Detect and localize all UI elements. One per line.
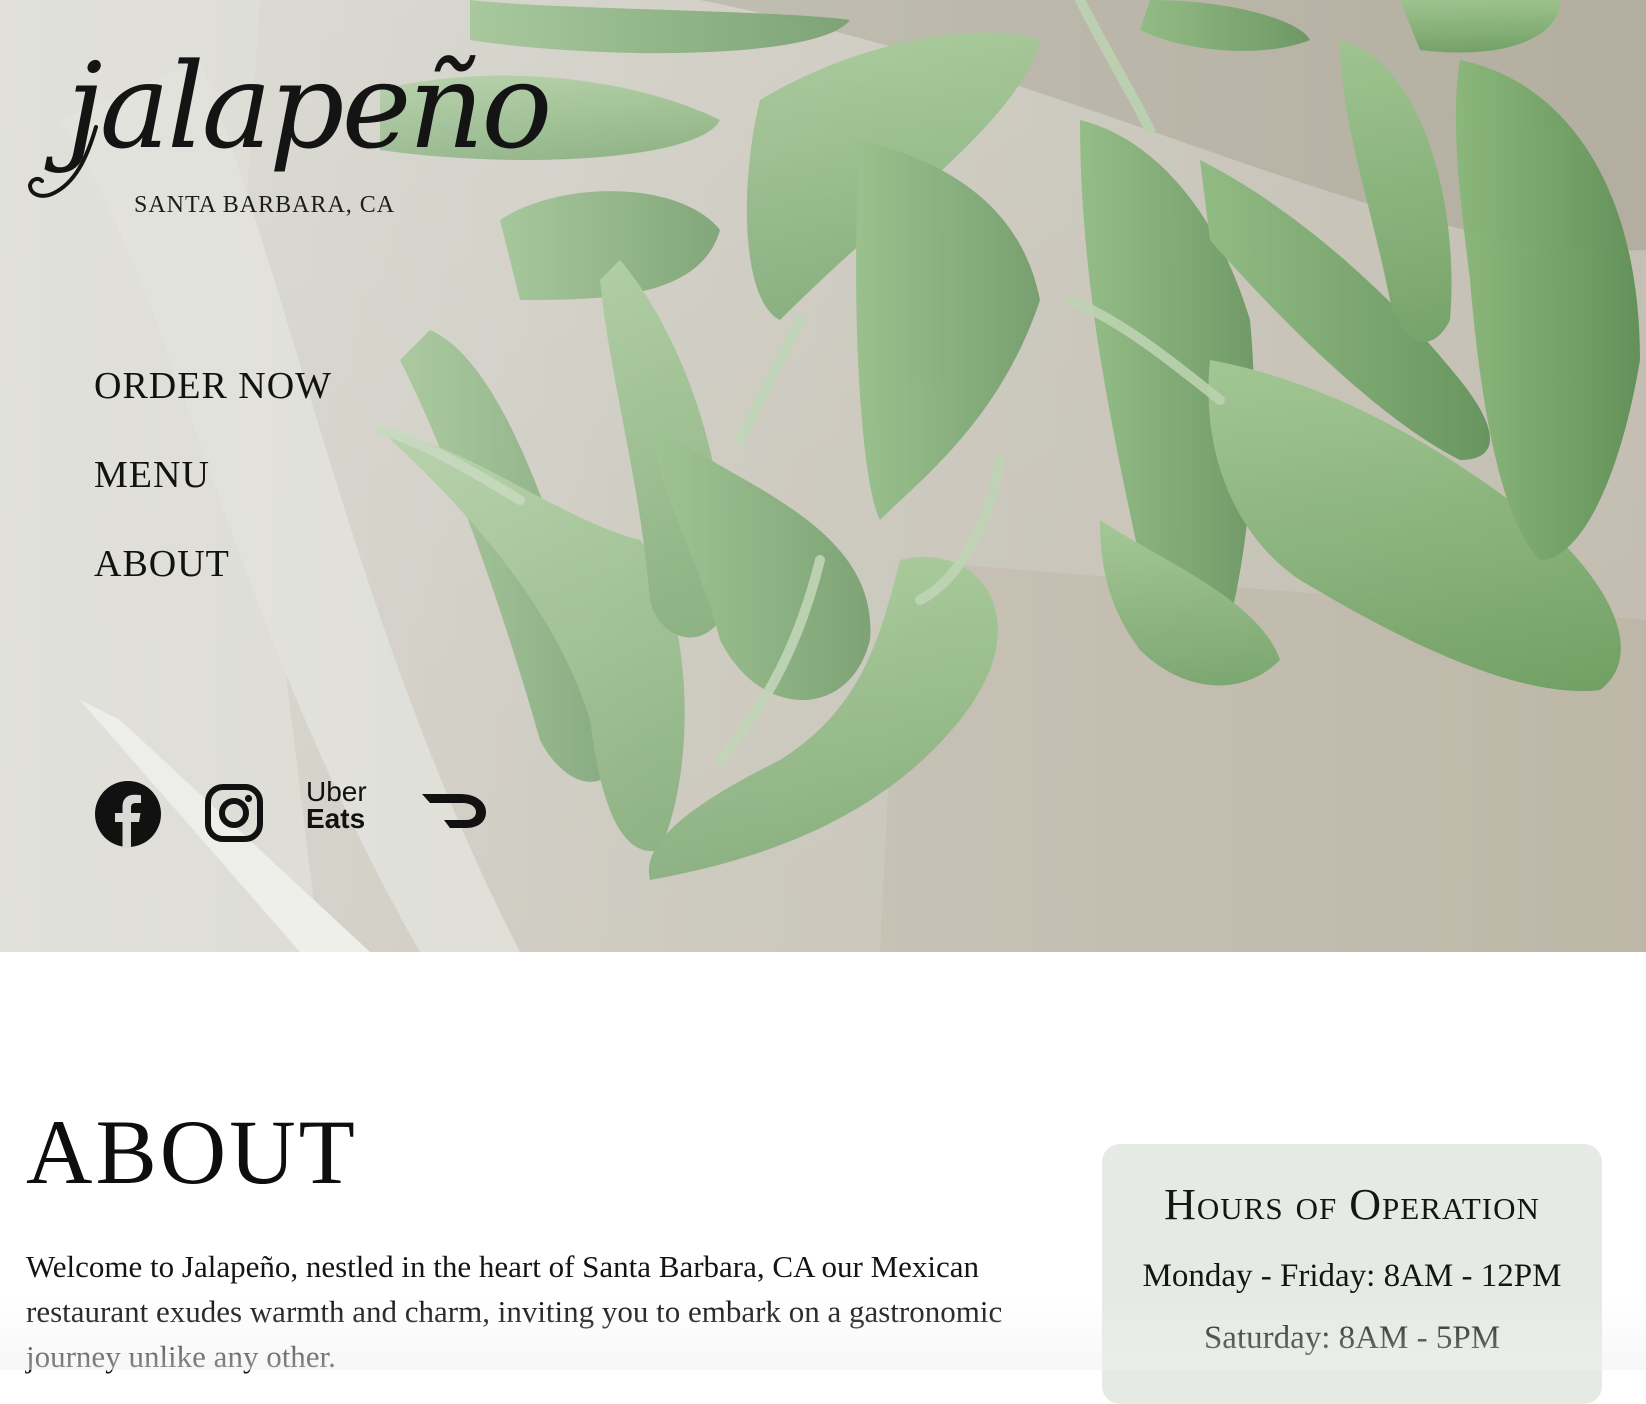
logo-wordmark: jalapeño — [66, 37, 552, 175]
uber-eats-line1: Uber — [306, 776, 367, 807]
facebook-icon[interactable] — [94, 780, 162, 848]
uber-eats-icon[interactable]: Uber Eats — [306, 778, 386, 840]
hours-saturday: Saturday: 8AM - 5PM — [1203, 1320, 1501, 1356]
doordash-icon[interactable] — [420, 788, 488, 832]
nav-order-now[interactable]: ORDER NOW — [94, 364, 332, 408]
hours-weekday: Monday - Friday: 8AM - 12PM — [1142, 1258, 1562, 1294]
uber-eats-line2: Eats — [306, 803, 366, 834]
hours-heading: Hours of Operation — [1164, 1180, 1540, 1229]
brand-logo[interactable]: jalapeño SANTA BARBARA, CA — [26, 26, 552, 226]
nav-about[interactable]: ABOUT — [94, 542, 332, 586]
nav-menu[interactable]: MENU — [94, 453, 332, 497]
main-nav: ORDER NOW MENU ABOUT — [94, 364, 332, 631]
about-heading: ABOUT — [26, 1101, 358, 1203]
hours-card: Hours of Operation Monday - Friday: 8AM … — [1102, 1144, 1602, 1404]
location-subtitle: SANTA BARBARA, CA — [134, 192, 396, 218]
hero-section: jalapeño SANTA BARBARA, CA ORDER NOW MEN… — [0, 0, 1646, 952]
instagram-icon[interactable] — [204, 783, 264, 843]
about-paragraph: Welcome to Jalapeño, nestled in the hear… — [26, 1249, 1003, 1374]
